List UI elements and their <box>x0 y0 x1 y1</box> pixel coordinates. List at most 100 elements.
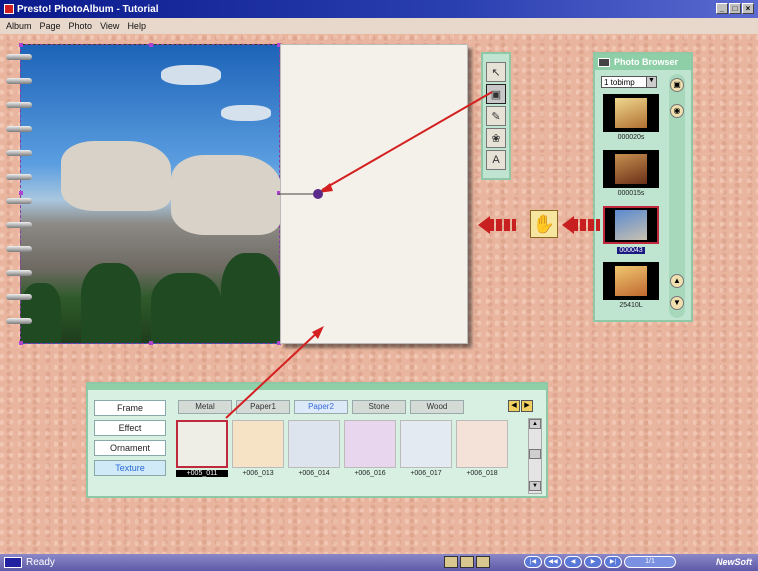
photo-label: 000043 <box>617 247 645 254</box>
category-frame-button[interactable]: Frame <box>94 400 166 416</box>
texture-swatch[interactable] <box>288 420 340 468</box>
texture-swatch-item[interactable]: +006_017 <box>400 420 452 477</box>
folder-select-value: 1 tobimp <box>604 77 635 87</box>
scroll-up-icon[interactable]: ▲ <box>670 274 684 288</box>
chevron-down-icon[interactable]: ▼ <box>646 77 656 87</box>
photo-label: 25410L <box>619 302 643 309</box>
status-text: Ready <box>26 557 55 568</box>
menu-help[interactable]: Help <box>127 21 146 31</box>
brush-icon[interactable]: ❀ <box>486 128 506 148</box>
texture-panel: Frame Effect Ornament Texture Metal Pape… <box>86 382 548 498</box>
status-bar: Ready |◀ ◀◀ ◀ ▶ ▶| 1/1 NewSoft <box>0 554 758 571</box>
tab-metal[interactable]: Metal <box>178 400 232 414</box>
texture-tabs: Metal Paper1 Paper2 Stone Wood <box>178 400 464 414</box>
window-controls: _ □ × <box>716 3 754 14</box>
arrow-icon[interactable]: ↖ <box>486 62 506 82</box>
photo-thumbnail[interactable] <box>603 262 659 300</box>
status-tools <box>444 556 490 568</box>
minimize-button[interactable]: _ <box>716 3 728 14</box>
panel-header <box>88 384 546 390</box>
tab-stone[interactable]: Stone <box>352 400 406 414</box>
texture-scrollbar[interactable]: ▲ ▼ <box>528 418 542 494</box>
texture-swatch-item[interactable]: +005_011 <box>176 420 228 477</box>
text-icon[interactable]: A <box>486 150 506 170</box>
prev-page-icon[interactable]: ◀◀ <box>544 556 562 568</box>
texture-swatches: +005_011 +006_013 +006_014 +006_016 +006… <box>176 420 508 477</box>
tab-prev-icon[interactable]: ◀ <box>508 400 520 412</box>
swatch-label: +006_016 <box>354 470 386 477</box>
eye-icon[interactable]: ◉ <box>670 104 684 118</box>
last-page-icon[interactable]: ▶| <box>604 556 622 568</box>
swatch-label: +005_011 <box>176 470 228 477</box>
first-page-icon[interactable]: |◀ <box>524 556 542 568</box>
browser-icon <box>598 57 610 67</box>
tab-wood[interactable]: Wood <box>410 400 464 414</box>
view-spread-icon[interactable] <box>460 556 474 568</box>
frame-icon[interactable]: ▣ <box>486 84 506 104</box>
texture-swatch[interactable] <box>400 420 452 468</box>
app-icon[interactable] <box>4 4 14 14</box>
photo-item[interactable]: 25410L <box>599 262 663 318</box>
swatch-label: +006_017 <box>410 470 442 477</box>
texture-swatch[interactable] <box>232 420 284 468</box>
menu-page[interactable]: Page <box>40 21 61 31</box>
category-ornament-button[interactable]: Ornament <box>94 440 166 456</box>
menu-photo[interactable]: Photo <box>69 21 93 31</box>
tool-palette: ↖ ▣ ✎ ❀ A <box>481 52 511 180</box>
swatch-label: +006_014 <box>298 470 330 477</box>
menu-bar: Album Page Photo View Help <box>0 18 758 34</box>
left-arrow-icon <box>478 216 516 234</box>
hand-icon: ✋ <box>530 210 558 238</box>
album-spread <box>6 43 468 346</box>
binder-rings <box>6 54 34 334</box>
photo-list: 000020s 000015s 000043 25410L <box>599 94 663 318</box>
photo-browser-panel: Photo Browser 1 tobimp ▼ 000020s 000015s… <box>593 52 693 322</box>
close-button[interactable]: × <box>742 3 754 14</box>
scroll-up-icon[interactable]: ▲ <box>529 419 541 429</box>
texture-swatch-item[interactable]: +006_013 <box>232 420 284 477</box>
photo-label: 000020s <box>617 134 645 141</box>
scroll-down-icon[interactable]: ▼ <box>670 296 684 310</box>
tab-paper2[interactable]: Paper2 <box>294 400 348 414</box>
texture-swatch[interactable] <box>456 420 508 468</box>
photo-browser-title: Photo Browser <box>614 57 679 67</box>
page-navigation: |◀ ◀◀ ◀ ▶ ▶| 1/1 <box>524 556 676 568</box>
texture-swatch-item[interactable]: +006_018 <box>456 420 508 477</box>
window-title: Presto! PhotoAlbum - Tutorial <box>17 3 159 15</box>
photo-browser-titlebar[interactable]: Photo Browser <box>595 54 691 70</box>
prev-icon[interactable]: ◀ <box>564 556 582 568</box>
album-right-page[interactable] <box>280 44 468 344</box>
next-icon[interactable]: ▶ <box>584 556 602 568</box>
tab-next-icon[interactable]: ▶ <box>521 400 533 412</box>
drag-indicator: ✋ <box>478 210 600 238</box>
view-thumbnail-icon[interactable] <box>476 556 490 568</box>
swatch-label: +006_013 <box>242 470 274 477</box>
pencil-icon[interactable]: ✎ <box>486 106 506 126</box>
status-icon <box>4 557 22 568</box>
texture-swatch[interactable] <box>176 420 228 468</box>
category-texture-button[interactable]: Texture <box>94 460 166 476</box>
scroll-down-icon[interactable]: ▼ <box>529 481 541 491</box>
photo-browser-scrollbar[interactable]: ▣ ◉ ▲ ▼ <box>669 74 685 318</box>
photo-item-selected[interactable]: 000043 <box>599 206 663 262</box>
mountain-carving <box>61 141 171 211</box>
photo-thumbnail[interactable] <box>603 150 659 188</box>
photo-item[interactable]: 000020s <box>599 94 663 150</box>
menu-album[interactable]: Album <box>6 21 32 31</box>
tab-paper1[interactable]: Paper1 <box>236 400 290 414</box>
folder-icon[interactable]: ▣ <box>670 78 684 92</box>
view-single-icon[interactable] <box>444 556 458 568</box>
photo-thumbnail[interactable] <box>603 206 659 244</box>
maximize-button[interactable]: □ <box>729 3 741 14</box>
album-left-page-photo[interactable] <box>19 43 281 345</box>
scroll-thumb[interactable] <box>529 449 541 459</box>
texture-swatch[interactable] <box>344 420 396 468</box>
photo-thumbnail[interactable] <box>603 94 659 132</box>
folder-select[interactable]: 1 tobimp ▼ <box>601 76 657 88</box>
texture-swatch-item[interactable]: +006_014 <box>288 420 340 477</box>
category-effect-button[interactable]: Effect <box>94 420 166 436</box>
photo-item[interactable]: 000015s <box>599 150 663 206</box>
texture-swatch-item[interactable]: +006_016 <box>344 420 396 477</box>
brand-logo: NewSoft <box>716 557 752 567</box>
menu-view[interactable]: View <box>100 21 119 31</box>
